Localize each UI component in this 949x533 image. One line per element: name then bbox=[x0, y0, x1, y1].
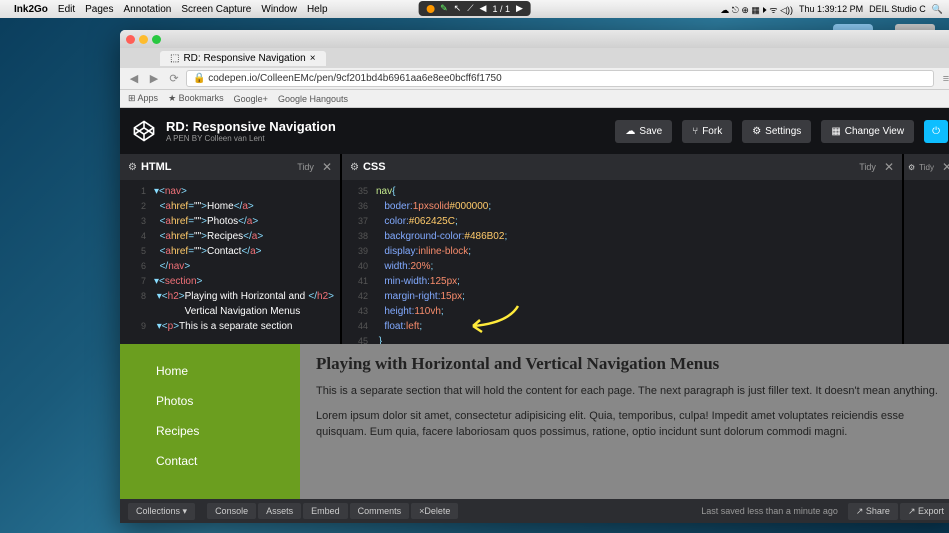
browser-tab[interactable]: ⬚ RD: Responsive Navigation × bbox=[160, 51, 326, 66]
window-titlebar[interactable] bbox=[120, 30, 949, 48]
bookmark-item[interactable]: ★ Bookmarks bbox=[168, 93, 224, 104]
pen-green-icon[interactable]: ✎ bbox=[440, 3, 448, 14]
export-button[interactable]: ↗ Export bbox=[900, 503, 949, 520]
collapse-icon[interactable]: ✕ bbox=[884, 160, 894, 174]
html-code-area[interactable]: 1▾<nav> 2 <a href="">Home</a> 3 <a href=… bbox=[120, 180, 340, 344]
tool-icon[interactable]: ⟋ bbox=[467, 3, 473, 14]
forward-button[interactable]: ▶ bbox=[146, 72, 162, 85]
minimize-icon[interactable] bbox=[139, 35, 148, 44]
editor-header: ⚙ CSS Tidy ✕ bbox=[342, 154, 902, 180]
codepen-footer: Collections ▾ Console Assets Embed Comme… bbox=[120, 499, 949, 523]
clock[interactable]: Thu 1:39:12 PM bbox=[799, 4, 863, 14]
editor-header: ⚙ Tidy ✕ bbox=[904, 154, 949, 180]
menu-pages[interactable]: Pages bbox=[85, 4, 113, 15]
codepen-app: RD: Responsive Navigation A PEN BY Colle… bbox=[120, 108, 949, 523]
url-input[interactable]: 🔒 codepen.io/ColleenEMc/pen/9cf201bd4b69… bbox=[186, 70, 934, 87]
bookmarks-bar: ⊞ Apps ★ Bookmarks Google+ Google Hangou… bbox=[120, 90, 949, 108]
settings-button[interactable]: ⚙ Settings bbox=[742, 120, 811, 143]
preview-content: Playing with Horizontal and Vertical Nav… bbox=[300, 344, 949, 499]
delete-button[interactable]: ×Delete bbox=[411, 503, 458, 519]
change-view-button[interactable]: ▦ Change View bbox=[821, 120, 914, 143]
css-code-area[interactable]: 35nav{ 36 boder:1px solid #000000; 37 co… bbox=[342, 180, 902, 344]
tidy-button[interactable]: Tidy bbox=[859, 162, 876, 172]
chrome-window: ⬚ RD: Responsive Navigation × ◀ ▶ ⟳ 🔒 co… bbox=[120, 30, 949, 523]
back-button[interactable]: ◀ bbox=[126, 72, 142, 85]
preview-nav-link[interactable]: Recipes bbox=[156, 416, 300, 446]
pen-title[interactable]: RD: Responsive Navigation bbox=[166, 119, 605, 134]
menu-edit[interactable]: Edit bbox=[58, 4, 75, 15]
collapse-icon[interactable]: ✕ bbox=[942, 160, 949, 174]
back-icon[interactable]: ◀ bbox=[480, 3, 487, 14]
maximize-icon[interactable] bbox=[152, 35, 161, 44]
page-indicator: 1 / 1 bbox=[492, 4, 510, 14]
editor-header: ⚙ HTML Tidy ✕ bbox=[120, 154, 340, 180]
preview-paragraph: Lorem ipsum dolor sit amet, consectetur … bbox=[316, 409, 944, 440]
collapse-icon[interactable]: ✕ bbox=[322, 160, 332, 174]
fork-button[interactable]: ⑂ Fork bbox=[682, 120, 732, 143]
cursor-icon[interactable]: ↖ bbox=[454, 3, 462, 14]
bookmark-item[interactable]: ⊞ Apps bbox=[128, 93, 158, 104]
bookmark-item[interactable]: Google+ bbox=[234, 94, 268, 104]
collections-button[interactable]: Collections ▾ bbox=[128, 503, 195, 520]
editor-label: CSS bbox=[363, 161, 386, 173]
menu-help[interactable]: Help bbox=[307, 4, 328, 15]
js-editor-collapsed: ⚙ Tidy ✕ bbox=[904, 154, 949, 344]
power-button[interactable]: ⏻ bbox=[924, 120, 948, 143]
preview-nav: Home Photos Recipes Contact bbox=[120, 344, 300, 499]
codepen-logo-icon bbox=[132, 119, 156, 143]
ink2go-toolbar[interactable]: ✎ ↖ ⟋ ◀ 1 / 1 ▶ bbox=[418, 1, 531, 16]
bookmark-item[interactable]: Google Hangouts bbox=[278, 94, 348, 104]
spotlight-icon[interactable]: 🔍 bbox=[932, 4, 943, 15]
codepen-header: RD: Responsive Navigation A PEN BY Colle… bbox=[120, 108, 949, 154]
console-button[interactable]: Console bbox=[207, 503, 256, 519]
pen-author[interactable]: A PEN BY Colleen van Lent bbox=[166, 134, 605, 143]
tab-close-icon[interactable]: × bbox=[310, 53, 316, 64]
user[interactable]: DEIL Studio C bbox=[869, 4, 926, 14]
tidy-button[interactable]: Tidy bbox=[919, 163, 934, 172]
gear-icon[interactable]: ⚙ bbox=[128, 162, 137, 173]
save-status: Last saved less than a minute ago bbox=[701, 506, 838, 516]
fwd-icon[interactable]: ▶ bbox=[516, 3, 523, 14]
editors-row: ⚙ HTML Tidy ✕ 1▾<nav> 2 <a href="">Home<… bbox=[120, 154, 949, 344]
pen-orange-icon[interactable] bbox=[426, 5, 434, 13]
assets-button[interactable]: Assets bbox=[258, 503, 301, 519]
reload-button[interactable]: ⟳ bbox=[166, 72, 182, 85]
html-editor: ⚙ HTML Tidy ✕ 1▾<nav> 2 <a href="">Home<… bbox=[120, 154, 340, 344]
gear-icon[interactable]: ⚙ bbox=[350, 162, 359, 173]
menu-icon[interactable]: ≡ bbox=[938, 73, 949, 85]
tab-bar: ⬚ RD: Responsive Navigation × bbox=[120, 48, 949, 68]
tidy-button[interactable]: Tidy bbox=[297, 162, 314, 172]
app-name[interactable]: Ink2Go bbox=[14, 4, 48, 15]
share-button[interactable]: ↗ Share bbox=[848, 503, 898, 520]
preview-nav-link[interactable]: Home bbox=[156, 356, 300, 386]
css-editor: ⚙ CSS Tidy ✕ 35nav{ 36 boder:1px solid #… bbox=[342, 154, 902, 344]
embed-button[interactable]: Embed bbox=[303, 503, 348, 519]
menu-window[interactable]: Window bbox=[261, 4, 297, 15]
address-bar: ◀ ▶ ⟳ 🔒 codepen.io/ColleenEMc/pen/9cf201… bbox=[120, 68, 949, 90]
comments-button[interactable]: Comments bbox=[350, 503, 410, 519]
status-icons[interactable]: ☁ ⎋ ⊕ ▦ ⏵ ᯤ ◁)) bbox=[720, 3, 793, 16]
menu-annotation[interactable]: Annotation bbox=[124, 4, 172, 15]
preview-nav-link[interactable]: Photos bbox=[156, 386, 300, 416]
gear-icon[interactable]: ⚙ bbox=[908, 163, 915, 172]
preview-heading: Playing with Horizontal and Vertical Nav… bbox=[316, 354, 944, 374]
menu-screen-capture[interactable]: Screen Capture bbox=[181, 4, 251, 15]
mac-menubar: Ink2Go Edit Pages Annotation Screen Capt… bbox=[0, 0, 949, 18]
preview-pane: Home Photos Recipes Contact Playing with… bbox=[120, 344, 949, 499]
editor-label: HTML bbox=[141, 161, 172, 173]
save-button[interactable]: ☁ Save bbox=[615, 120, 672, 143]
preview-paragraph: This is a separate section that will hol… bbox=[316, 384, 944, 399]
close-icon[interactable] bbox=[126, 35, 135, 44]
preview-nav-link[interactable]: Contact bbox=[156, 446, 300, 476]
